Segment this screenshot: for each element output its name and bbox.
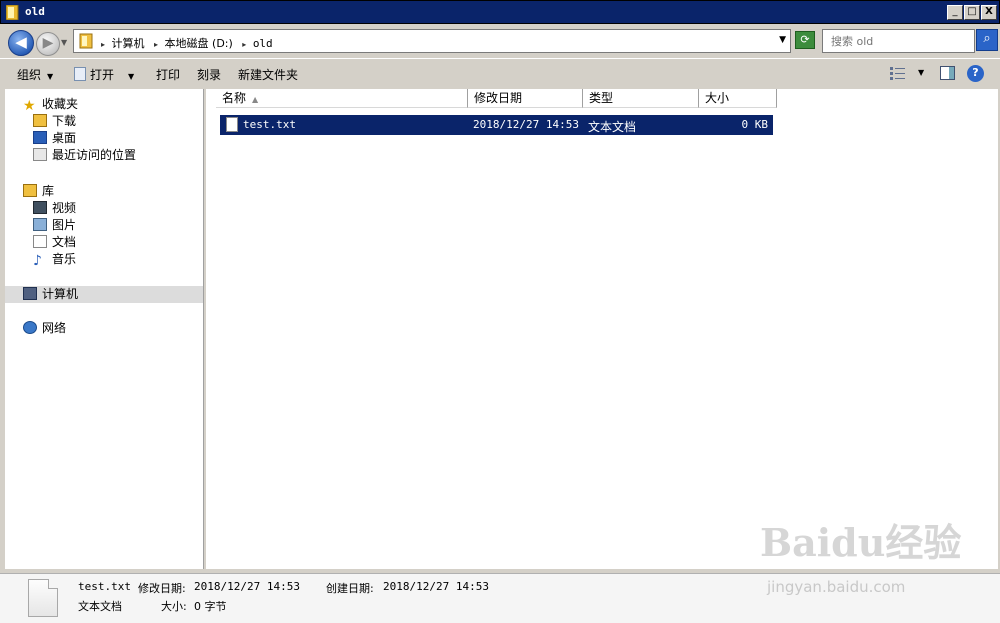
details-file-name: test.txt: [78, 580, 131, 593]
burn-button[interactable]: 刻录: [197, 66, 221, 83]
nav-favorites[interactable]: ★ 收藏夹: [23, 96, 78, 113]
details-created-label: 创建日期:: [326, 582, 374, 595]
folder-icon: [6, 5, 19, 20]
view-options-icon[interactable]: [890, 66, 906, 80]
library-icon: [23, 184, 37, 197]
minimize-button[interactable]: _: [947, 5, 963, 20]
picture-icon: [33, 218, 47, 231]
nav-item-desktop[interactable]: 桌面: [33, 130, 76, 147]
maximize-button[interactable]: □: [964, 5, 980, 20]
nav-libraries[interactable]: 库: [23, 183, 54, 200]
document-icon: [74, 67, 86, 81]
arrow-right-icon: ▶: [42, 35, 54, 51]
file-date: 2018/12/27 14:53: [473, 118, 579, 131]
preview-pane-icon[interactable]: [940, 66, 955, 80]
chevron-down-icon: ▼: [47, 72, 54, 81]
details-size-value: 0 字节: [194, 600, 227, 613]
refresh-button[interactable]: ⟳: [795, 31, 815, 49]
chevron-down-icon[interactable]: ▼: [918, 68, 924, 77]
title-bar: old _ □ X: [0, 0, 1000, 24]
watermark-logo: Baidu经验: [760, 520, 962, 565]
chevron-right-icon[interactable]: ▸: [154, 40, 158, 49]
recent-places-icon: [33, 148, 47, 161]
breadcrumb-computer[interactable]: 计算机: [112, 37, 145, 50]
open-label: 打开: [90, 68, 115, 82]
table-row[interactable]: test.txt 2018/12/27 14:53 文本文档 0 KB: [220, 115, 773, 135]
nav-item-downloads[interactable]: 下载: [33, 113, 76, 130]
back-button[interactable]: ◀: [8, 30, 34, 56]
download-folder-icon: [33, 114, 47, 127]
forward-button[interactable]: ▶: [36, 32, 60, 56]
open-button[interactable]: 打开 ▼: [74, 66, 134, 83]
nav-item-pictures[interactable]: 图片: [33, 217, 76, 234]
text-file-icon: [28, 579, 58, 617]
column-header-size[interactable]: 大小: [699, 89, 777, 108]
command-bar: 组织 ▼ 打开 ▼ 打印 刻录 新建文件夹 ▼ ?: [0, 58, 1000, 88]
file-name: test.txt: [243, 118, 296, 131]
search-input[interactable]: [831, 31, 971, 51]
nav-computer[interactable]: 计算机: [5, 286, 203, 303]
star-icon: ★: [23, 98, 36, 114]
new-folder-button[interactable]: 新建文件夹: [238, 66, 298, 83]
chevron-right-icon[interactable]: ▸: [242, 40, 246, 49]
video-icon: [33, 201, 47, 214]
details-size-label: 大小:: [161, 600, 187, 613]
chevron-right-icon[interactable]: ▸: [101, 40, 105, 49]
window-title: old: [25, 5, 45, 18]
nav-item-music[interactable]: ♪ 音乐: [33, 251, 76, 268]
close-button[interactable]: X: [981, 5, 997, 20]
search-button[interactable]: ⌕: [976, 29, 998, 51]
details-modified-label: 修改日期:: [138, 582, 186, 595]
address-toolbar: ◀ ▶ ▼ ▸ 计算机 ▸ 本地磁盘 (D:) ▸ old ▼ ⟳ ⌕: [0, 24, 1000, 57]
refresh-icon: ⟳: [800, 33, 810, 46]
search-icon: ⌕: [983, 31, 991, 46]
breadcrumb-drive[interactable]: 本地磁盘 (D:): [165, 37, 233, 50]
nav-network[interactable]: 网络: [23, 320, 66, 337]
details-created-value: 2018/12/27 14:53: [383, 580, 489, 593]
column-header-name[interactable]: 名称 ▲: [216, 89, 468, 108]
chevron-down-icon[interactable]: ▼: [779, 35, 786, 45]
nav-item-recent[interactable]: 最近访问的位置: [33, 147, 136, 164]
nav-item-documents[interactable]: 文档: [33, 234, 76, 251]
chevron-down-icon[interactable]: ▼: [128, 72, 134, 81]
help-icon[interactable]: ?: [967, 65, 984, 82]
file-type: 文本文档: [588, 120, 637, 134]
network-icon: [23, 321, 37, 334]
text-file-icon: [226, 117, 238, 132]
organize-label: 组织: [17, 68, 42, 82]
arrow-left-icon: ◀: [15, 33, 27, 51]
print-button[interactable]: 打印: [156, 66, 180, 83]
music-icon: ♪: [33, 253, 42, 269]
navigation-pane: ★ 收藏夹 下载 桌面 最近访问的位置 库 视频 图片 文档 ♪ 音乐 计算机 网络: [5, 89, 204, 569]
search-box[interactable]: [822, 29, 975, 53]
file-size: 0 KB: [741, 118, 769, 131]
column-header-date[interactable]: 修改日期: [468, 89, 583, 108]
desktop-icon: [33, 131, 47, 144]
computer-icon: [23, 287, 37, 300]
folder-icon: [79, 33, 93, 49]
document-icon: [33, 235, 47, 248]
file-list: 名称 ▲ 修改日期 类型 大小 test.txt 2018/12/27 14:53…: [206, 89, 998, 569]
watermark-url: jingyan.baidu.com: [767, 578, 906, 596]
column-header-type[interactable]: 类型: [583, 89, 699, 108]
details-file-type: 文本文档: [78, 600, 122, 613]
organize-button[interactable]: 组织 ▼: [17, 66, 53, 83]
history-dropdown-icon[interactable]: ▼: [61, 38, 67, 47]
address-field[interactable]: ▸ 计算机 ▸ 本地磁盘 (D:) ▸ old ▼: [73, 29, 791, 53]
details-modified-value: 2018/12/27 14:53: [194, 580, 300, 593]
breadcrumb-folder[interactable]: old: [253, 37, 273, 50]
nav-item-videos[interactable]: 视频: [33, 200, 76, 217]
sort-ascending-icon: ▲: [252, 95, 259, 104]
